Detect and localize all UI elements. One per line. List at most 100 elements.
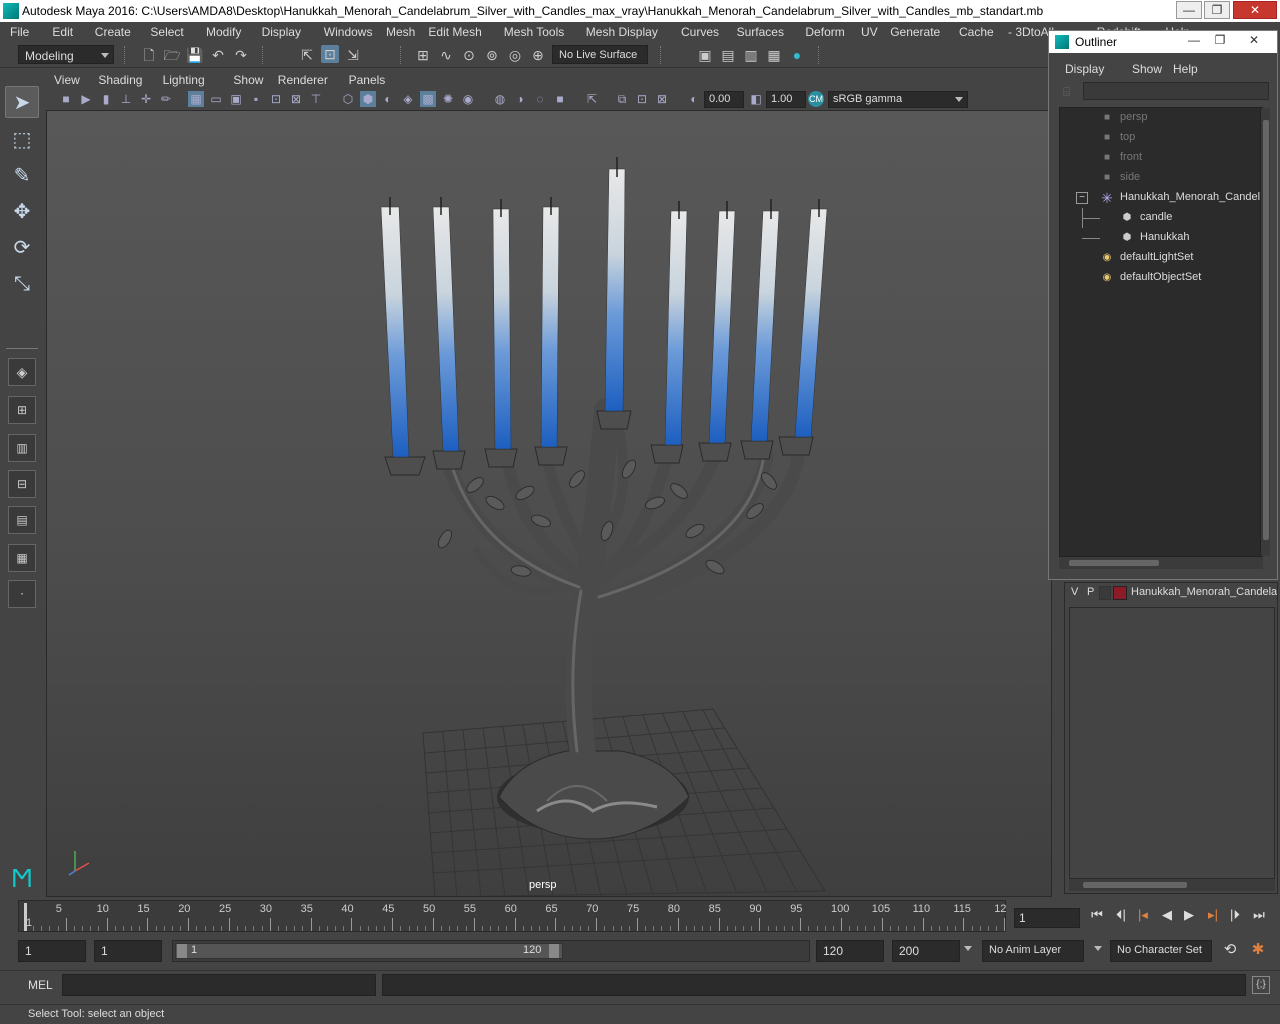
menu-mesh-tools[interactable]: Mesh Tools — [504, 25, 564, 39]
color-space-dropdown[interactable]: sRGB gamma — [828, 91, 968, 108]
select-tool-icon[interactable]: ➤ — [5, 86, 39, 118]
scale-tool-icon[interactable]: ⤡ — [5, 268, 39, 300]
outliner-item-hanukkah[interactable]: ⬢ Hanukkah — [1060, 228, 1260, 248]
field-chart-icon[interactable]: ⊡ — [268, 91, 284, 107]
panel-menu-view[interactable]: View — [54, 73, 80, 87]
render-settings-icon[interactable]: ▦ — [765, 46, 783, 64]
command-language-label[interactable]: MEL — [28, 978, 53, 992]
menu-generate[interactable]: Generate — [890, 25, 940, 39]
go-to-start-icon[interactable]: ⏮ — [1088, 906, 1106, 924]
color-management-icon[interactable]: CM — [808, 91, 824, 107]
outliner-item-front[interactable]: ■ front — [1060, 148, 1260, 168]
wireframe-on-shaded-icon[interactable]: ◐ — [380, 91, 396, 107]
play-forward-icon[interactable]: ▶ — [1180, 906, 1198, 924]
scrollbar-thumb[interactable] — [1083, 882, 1187, 888]
backface-culling-icon[interactable]: ⊠ — [654, 91, 670, 107]
scene-start-field[interactable]: 1 — [18, 940, 86, 962]
step-back-frame-icon[interactable]: ⏴| — [1112, 906, 1130, 924]
anim-layer-field[interactable]: No Anim Layer — [982, 940, 1084, 962]
redo-icon[interactable]: ↷ — [232, 46, 250, 64]
ambient-occlusion-icon[interactable]: ◉ — [460, 91, 476, 107]
snap-surface-icon[interactable]: ◎ — [506, 46, 524, 64]
layer-reference-toggle[interactable] — [1099, 586, 1111, 600]
new-scene-icon[interactable]: 🗋 — [140, 46, 158, 64]
command-input[interactable] — [62, 974, 376, 996]
menu-cache[interactable]: Cache — [959, 25, 994, 39]
outliner-item-persp[interactable]: ■ persp — [1060, 108, 1260, 128]
isolate-select-icon[interactable]: ⇱ — [584, 91, 600, 107]
range-end-handle[interactable] — [549, 944, 559, 958]
panel-menu-show[interactable]: Show — [233, 73, 263, 87]
preferences-icon[interactable]: ✱ — [1248, 940, 1268, 960]
menu-edit-mesh[interactable]: Edit Mesh — [428, 25, 481, 39]
panel-menu-panels[interactable]: Panels — [349, 73, 386, 87]
layer-playback-toggle[interactable]: P — [1087, 586, 1094, 598]
camera-select-icon[interactable]: ■ — [58, 91, 74, 107]
range-slider-bar[interactable] — [175, 943, 563, 959]
menu-surfaces[interactable]: Surfaces — [737, 25, 784, 39]
persp-hypershade-layout-icon[interactable]: ▦ — [8, 544, 36, 572]
outliner-menu-display[interactable]: Display — [1065, 62, 1104, 76]
outliner-item-group[interactable]: − ✳ Hanukkah_Menorah_Candelabrum — [1060, 188, 1260, 208]
range-slider[interactable]: 1 120 — [172, 940, 810, 962]
step-forward-key-icon[interactable]: ▸| — [1204, 906, 1222, 924]
outliner-close-button[interactable]: ✕ — [1243, 33, 1265, 49]
chevron-down-icon[interactable] — [964, 946, 972, 951]
undo-icon[interactable]: ↶ — [209, 46, 227, 64]
viewport-persp[interactable]: persp — [46, 110, 1052, 897]
grease-pencil-icon[interactable]: ✏ — [158, 91, 174, 107]
menu-edit[interactable]: Edit — [52, 25, 73, 39]
outliner-vertical-scrollbar[interactable] — [1260, 108, 1270, 556]
open-scene-icon[interactable]: 🗁 — [163, 46, 181, 64]
gate-mask-icon[interactable]: ▪ — [248, 91, 264, 107]
textured-icon[interactable]: ◈ — [400, 91, 416, 107]
lasso-tool-icon[interactable]: ⬚ — [5, 124, 39, 156]
snap-curve-icon[interactable]: ∿ — [437, 46, 455, 64]
scrollbar-thumb[interactable] — [1069, 560, 1159, 566]
four-view-layout-icon[interactable]: ⊞ — [8, 396, 36, 424]
snap-view-icon[interactable]: ⊚ — [483, 46, 501, 64]
layout-options-icon[interactable]: ⋅ — [8, 580, 36, 608]
script-editor-icon[interactable]: {;} — [1252, 976, 1270, 994]
menu-create[interactable]: Create — [95, 25, 131, 39]
character-set-field[interactable]: No Character Set — [1110, 940, 1212, 962]
render-current-icon[interactable]: ▤ — [719, 46, 737, 64]
outliner-item-side[interactable]: ■ side — [1060, 168, 1260, 188]
select-component-icon[interactable]: ⇲ — [344, 46, 362, 64]
anti-aliasing-icon[interactable]: ◑ — [512, 91, 528, 107]
time-slider[interactable]: 1 5 10 15 20 25 30 35 40 45 50 55 60 65 70 75 80 85 90 95 10… — [18, 900, 1006, 932]
outliner-minimize-button[interactable]: — — [1183, 33, 1205, 49]
outliner-item-default-light-set[interactable]: ◉ defaultLightSet — [1060, 248, 1260, 268]
outliner-item-top[interactable]: ■ top — [1060, 128, 1260, 148]
current-frame-field[interactable]: 1 — [1014, 908, 1080, 928]
menu-select[interactable]: Select — [150, 25, 183, 39]
exposure-icon[interactable]: ◐ — [686, 91, 702, 107]
scrollbar-thumb[interactable] — [1263, 120, 1269, 540]
shadows-icon[interactable]: ✺ — [440, 91, 456, 107]
outliner-maximize-button[interactable]: ❐ — [1209, 33, 1231, 49]
use-all-lights-icon[interactable]: ▩ — [420, 91, 436, 107]
minimize-button[interactable]: — — [1176, 1, 1202, 19]
single-view-layout-icon[interactable]: ◈ — [8, 358, 36, 386]
image-plane-icon[interactable]: ⊥ — [118, 91, 134, 107]
go-to-end-icon[interactable]: ⏭ — [1250, 906, 1268, 924]
filter-icon[interactable]: ⌸ — [1063, 85, 1077, 99]
auto-key-icon[interactable]: ⟲ — [1220, 940, 1240, 960]
select-object-icon[interactable]: ⊡ — [321, 45, 339, 63]
close-button[interactable]: ✕ — [1233, 1, 1277, 19]
save-scene-icon[interactable]: 💾 — [186, 46, 204, 64]
step-back-key-icon[interactable]: |◂ — [1134, 906, 1152, 924]
side-by-side-layout-icon[interactable]: ▥ — [8, 434, 36, 462]
maximize-button[interactable]: ❐ — [1204, 1, 1230, 19]
gamma-field[interactable]: 1.00 — [766, 91, 806, 108]
current-time-marker[interactable] — [24, 903, 27, 931]
magnet-icon[interactable]: ⊕ — [529, 46, 547, 64]
outliner-search-input[interactable] — [1083, 82, 1269, 100]
layer-horizontal-scrollbar[interactable] — [1069, 879, 1275, 891]
outliner-menu-show[interactable]: Show — [1132, 62, 1162, 76]
grid-toggle-icon[interactable]: ▦ — [188, 91, 204, 107]
layer-color-swatch[interactable] — [1113, 586, 1127, 600]
playback-start-field[interactable]: 1 — [94, 940, 162, 962]
panel-menu-shading[interactable]: Shading — [98, 73, 142, 87]
snap-grid-icon[interactable]: ⊞ — [414, 46, 432, 64]
